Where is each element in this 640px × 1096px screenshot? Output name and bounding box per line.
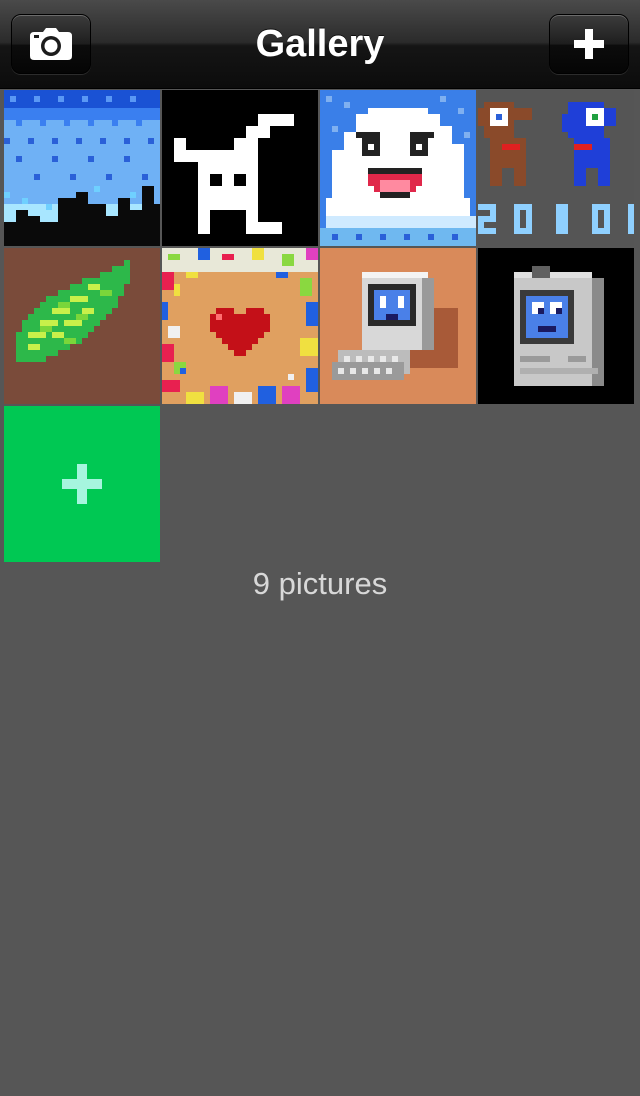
picture-thumbnail-smiling-macintosh-black[interactable] bbox=[478, 248, 634, 404]
page-title: Gallery bbox=[255, 23, 385, 65]
navigation-bar: Gallery bbox=[0, 0, 640, 89]
app-screen: Gallery 9 pictures bbox=[0, 0, 640, 1096]
add-picture-button[interactable] bbox=[549, 14, 629, 74]
picture-thumbnail-white-rabbit[interactable] bbox=[162, 90, 318, 246]
picture-thumbnail-green-leaf[interactable] bbox=[4, 248, 160, 404]
picture-count-label: 9 pictures bbox=[252, 566, 388, 601]
new-picture-tile[interactable] bbox=[4, 406, 160, 562]
picture-thumbnail-city-skyline[interactable] bbox=[4, 90, 160, 246]
picture-thumbnail-heart-confetti[interactable] bbox=[162, 248, 318, 404]
picture-thumbnail-smiling-cloud[interactable] bbox=[320, 90, 476, 246]
picture-thumbnail-two-dogs-2010[interactable] bbox=[478, 90, 634, 246]
plus-icon bbox=[574, 29, 604, 59]
picture-thumbnail-smiling-computer-orange[interactable] bbox=[320, 248, 476, 404]
camera-icon bbox=[30, 28, 72, 60]
plus-icon bbox=[62, 464, 102, 504]
camera-button[interactable] bbox=[11, 14, 91, 74]
